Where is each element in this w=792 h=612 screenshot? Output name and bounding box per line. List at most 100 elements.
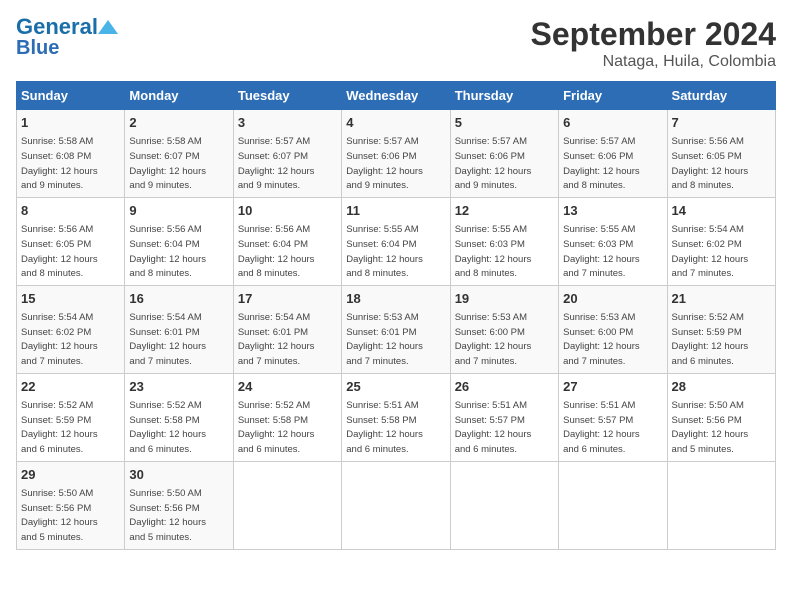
week-row-2: 8Sunrise: 5:56 AM Sunset: 6:05 PM Daylig… [17,197,776,285]
calendar-cell: 5 Sunrise: 5:57 AM Sunset: 6:06 PM Daylig… [450,110,558,198]
day-number: 27 [563,378,662,396]
day-info: Sunrise: 5:52 AM Sunset: 5:58 PM Dayligh… [238,400,315,455]
day-info: Sunrise: 5:50 AM Sunset: 5:56 PM Dayligh… [129,488,206,543]
day-number: 24 [238,378,337,396]
title-block: September 2024 Nataga, Huila, Colombia [531,16,776,71]
day-number: 4 [346,114,445,132]
day-number: 16 [129,290,228,308]
calendar-cell: 29Sunrise: 5:50 AM Sunset: 5:56 PM Dayli… [17,461,125,549]
day-number: 3 [238,114,337,132]
day-info: Sunrise: 5:54 AM Sunset: 6:02 PM Dayligh… [672,224,749,279]
calendar-cell: 8Sunrise: 5:56 AM Sunset: 6:05 PM Daylig… [17,197,125,285]
logo-text-general: General [16,16,98,38]
calendar-cell: 19 Sunrise: 5:53 AM Sunset: 6:00 PM Dayli… [450,285,558,373]
calendar-cell: 25 Sunrise: 5:51 AM Sunset: 5:58 PM Dayli… [342,373,450,461]
calendar-cell: 18 Sunrise: 5:53 AM Sunset: 6:01 PM Dayli… [342,285,450,373]
day-number: 1 [21,114,120,132]
calendar-cell: 27 Sunrise: 5:51 AM Sunset: 5:57 PM Dayli… [559,373,667,461]
day-info: Sunrise: 5:56 AM Sunset: 6:04 PM Dayligh… [238,224,315,279]
calendar-cell: 6Sunrise: 5:57 AM Sunset: 6:06 PM Daylig… [559,110,667,198]
calendar-cell: 10 Sunrise: 5:56 AM Sunset: 6:04 PM Dayli… [233,197,341,285]
day-info: Sunrise: 5:57 AM Sunset: 6:06 PM Dayligh… [455,136,532,191]
calendar-cell [450,461,558,549]
day-info: Sunrise: 5:57 AM Sunset: 6:07 PM Dayligh… [238,136,315,191]
logo-text-blue: Blue [16,38,59,58]
calendar-cell: 4 Sunrise: 5:57 AM Sunset: 6:06 PM Daylig… [342,110,450,198]
calendar-cell: 14 Sunrise: 5:54 AM Sunset: 6:02 PM Dayli… [667,197,775,285]
day-number: 11 [346,202,445,220]
calendar-cell [342,461,450,549]
day-info: Sunrise: 5:51 AM Sunset: 5:58 PM Dayligh… [346,400,423,455]
calendar-cell: 22Sunrise: 5:52 AM Sunset: 5:59 PM Dayli… [17,373,125,461]
day-number: 5 [455,114,554,132]
calendar-title: September 2024 [531,16,776,53]
day-number: 29 [21,466,120,484]
calendar-cell: 7Sunrise: 5:56 AM Sunset: 6:05 PM Daylig… [667,110,775,198]
day-number: 8 [21,202,120,220]
col-header-tuesday: Tuesday [233,82,341,110]
day-number: 7 [672,114,771,132]
day-info: Sunrise: 5:50 AM Sunset: 5:56 PM Dayligh… [672,400,749,455]
day-number: 19 [455,290,554,308]
day-info: Sunrise: 5:57 AM Sunset: 6:06 PM Dayligh… [346,136,423,191]
calendar-cell: 1 Sunrise: 5:58 AM Sunset: 6:08 PM Daylig… [17,110,125,198]
calendar-cell: 23 Sunrise: 5:52 AM Sunset: 5:58 PM Dayli… [125,373,233,461]
day-info: Sunrise: 5:54 AM Sunset: 6:02 PM Dayligh… [21,312,98,367]
calendar-cell [559,461,667,549]
day-info: Sunrise: 5:58 AM Sunset: 6:08 PM Dayligh… [21,136,98,191]
day-number: 15 [21,290,120,308]
day-number: 12 [455,202,554,220]
calendar-body: 1 Sunrise: 5:58 AM Sunset: 6:08 PM Daylig… [17,110,776,550]
col-header-saturday: Saturday [667,82,775,110]
day-info: Sunrise: 5:52 AM Sunset: 5:59 PM Dayligh… [21,400,98,455]
day-number: 23 [129,378,228,396]
calendar-cell: 17 Sunrise: 5:54 AM Sunset: 6:01 PM Dayli… [233,285,341,373]
week-row-4: 22Sunrise: 5:52 AM Sunset: 5:59 PM Dayli… [17,373,776,461]
calendar-cell: 21 Sunrise: 5:52 AM Sunset: 5:59 PM Dayli… [667,285,775,373]
calendar-cell: 13Sunrise: 5:55 AM Sunset: 6:03 PM Dayli… [559,197,667,285]
day-number: 28 [672,378,771,396]
col-header-wednesday: Wednesday [342,82,450,110]
day-number: 30 [129,466,228,484]
day-number: 10 [238,202,337,220]
day-number: 20 [563,290,662,308]
col-header-friday: Friday [559,82,667,110]
calendar-cell: 12 Sunrise: 5:55 AM Sunset: 6:03 PM Dayli… [450,197,558,285]
header-row: SundayMondayTuesdayWednesdayThursdayFrid… [17,82,776,110]
page-header: General Blue September 2024 Nataga, Huil… [16,16,776,71]
day-number: 18 [346,290,445,308]
day-info: Sunrise: 5:51 AM Sunset: 5:57 PM Dayligh… [455,400,532,455]
day-info: Sunrise: 5:55 AM Sunset: 6:03 PM Dayligh… [563,224,640,279]
calendar-cell: 15 Sunrise: 5:54 AM Sunset: 6:02 PM Dayli… [17,285,125,373]
day-info: Sunrise: 5:55 AM Sunset: 6:03 PM Dayligh… [455,224,532,279]
col-header-sunday: Sunday [17,82,125,110]
day-number: 9 [129,202,228,220]
calendar-cell: 11Sunrise: 5:55 AM Sunset: 6:04 PM Dayli… [342,197,450,285]
day-number: 21 [672,290,771,308]
logo-icon [98,16,120,38]
day-number: 17 [238,290,337,308]
calendar-table: SundayMondayTuesdayWednesdayThursdayFrid… [16,81,776,550]
day-info: Sunrise: 5:53 AM Sunset: 6:01 PM Dayligh… [346,312,423,367]
day-info: Sunrise: 5:51 AM Sunset: 5:57 PM Dayligh… [563,400,640,455]
day-number: 14 [672,202,771,220]
calendar-cell [233,461,341,549]
day-info: Sunrise: 5:52 AM Sunset: 5:58 PM Dayligh… [129,400,206,455]
logo: General Blue [16,16,120,58]
day-number: 25 [346,378,445,396]
calendar-cell: 24 Sunrise: 5:52 AM Sunset: 5:58 PM Dayli… [233,373,341,461]
calendar-cell: 2Sunrise: 5:58 AM Sunset: 6:07 PM Daylig… [125,110,233,198]
day-info: Sunrise: 5:52 AM Sunset: 5:59 PM Dayligh… [672,312,749,367]
week-row-3: 15 Sunrise: 5:54 AM Sunset: 6:02 PM Dayli… [17,285,776,373]
week-row-5: 29 Sunrise: 5:50 AM Sunset: 5:56 PM Dayli… [17,461,776,549]
calendar-cell: 26Sunrise: 5:51 AM Sunset: 5:57 PM Dayli… [450,373,558,461]
calendar-subtitle: Nataga, Huila, Colombia [531,53,776,71]
day-info: Sunrise: 5:53 AM Sunset: 6:00 PM Dayligh… [455,312,532,367]
calendar-cell: 30 Sunrise: 5:50 AM Sunset: 5:56 PM Dayli… [125,461,233,549]
calendar-cell: 16Sunrise: 5:54 AM Sunset: 6:01 PM Dayli… [125,285,233,373]
day-number: 6 [563,114,662,132]
day-info: Sunrise: 5:54 AM Sunset: 6:01 PM Dayligh… [238,312,315,367]
calendar-cell: 3 Sunrise: 5:57 AM Sunset: 6:07 PM Daylig… [233,110,341,198]
calendar-cell: 28 Sunrise: 5:50 AM Sunset: 5:56 PM Dayli… [667,373,775,461]
day-info: Sunrise: 5:53 AM Sunset: 6:00 PM Dayligh… [563,312,640,367]
